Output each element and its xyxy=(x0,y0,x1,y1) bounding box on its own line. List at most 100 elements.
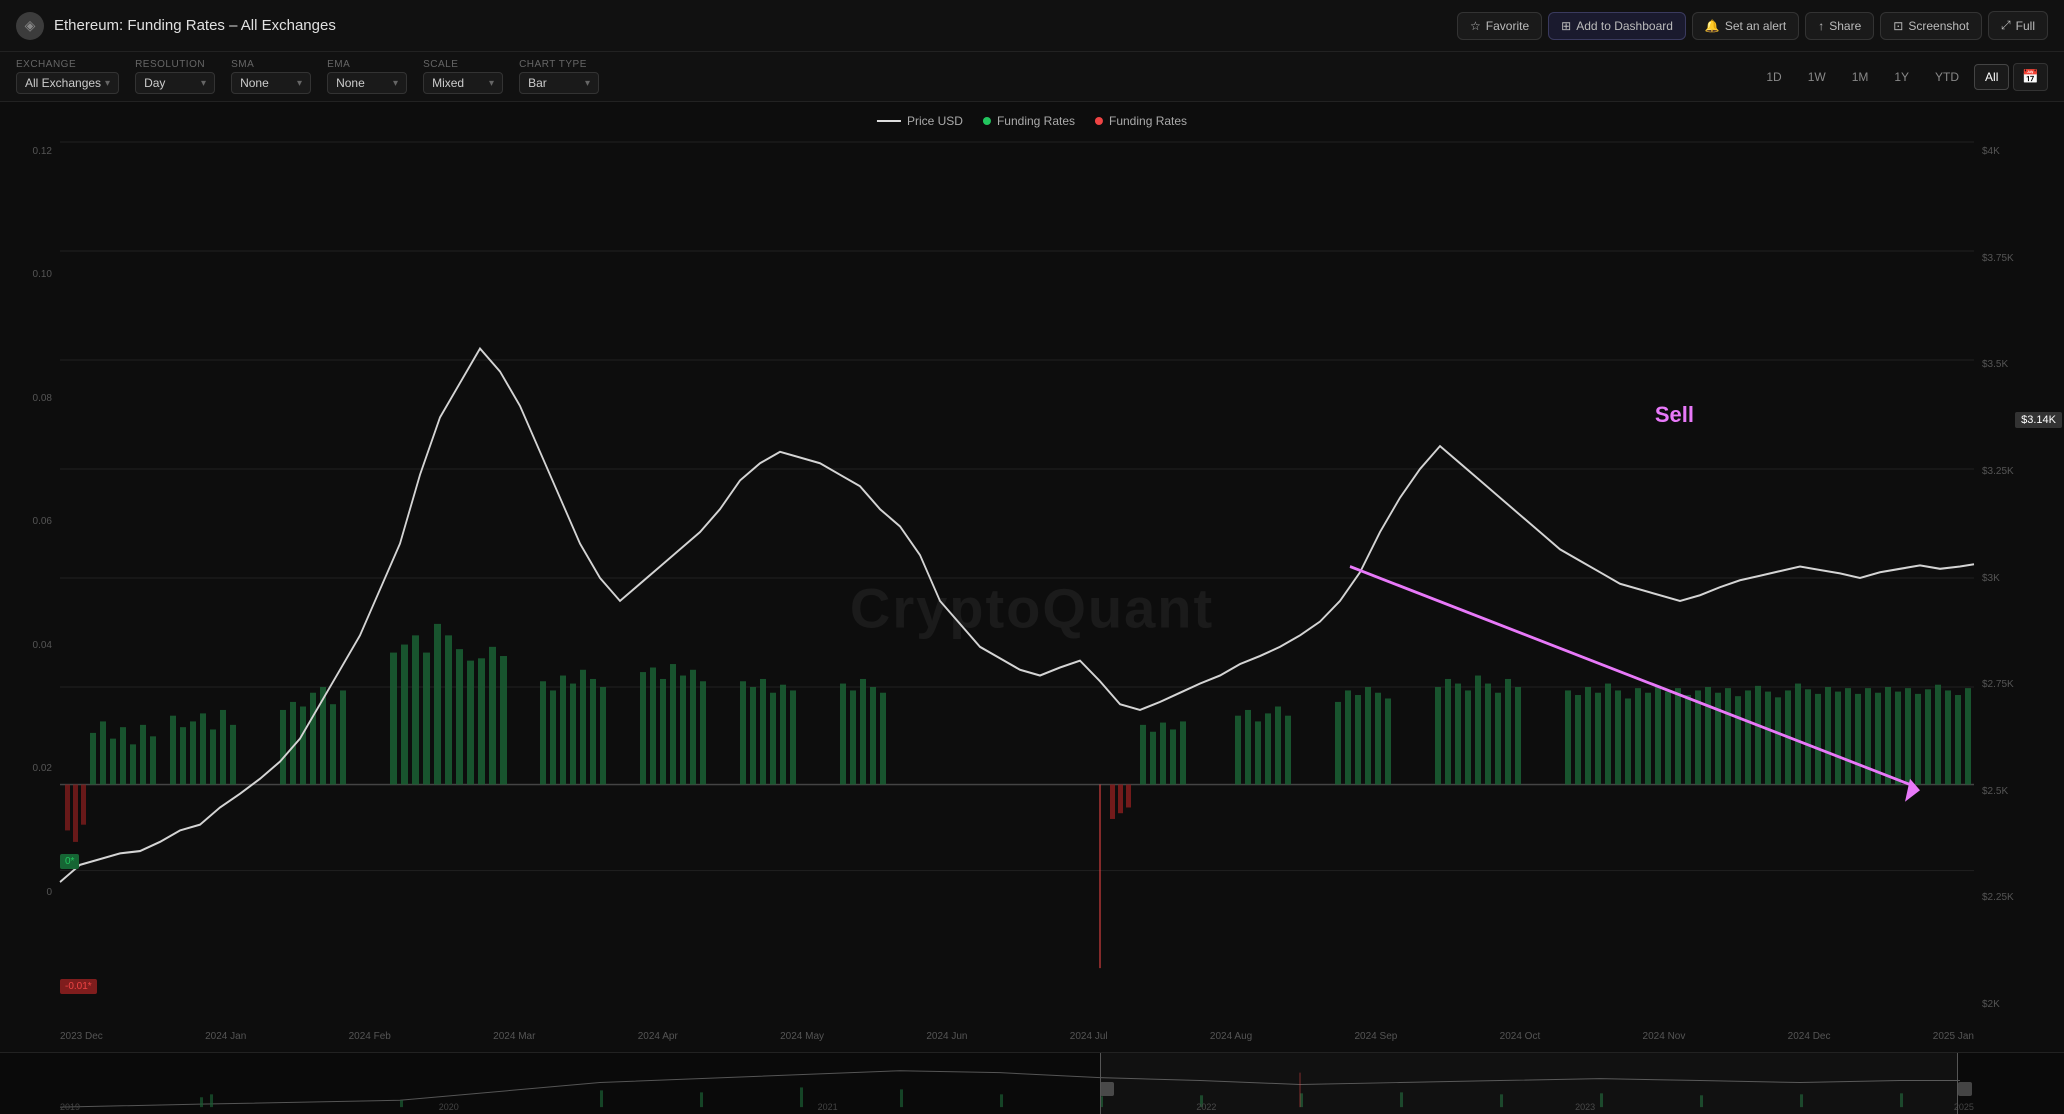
resolution-dropdown-group: Resolution Day ▾ xyxy=(135,59,215,94)
red-dot-icon xyxy=(1095,117,1103,125)
mini-range-selection[interactable] xyxy=(1100,1053,1958,1114)
y-label-2: 0.08 xyxy=(0,393,58,404)
x-label-jan25: 2025 Jan xyxy=(1933,1031,1974,1042)
time-all-button[interactable]: All xyxy=(1974,64,2009,90)
chart-type-dropdown[interactable]: Bar ▾ xyxy=(519,72,599,94)
scale-dropdown[interactable]: Mixed ▾ xyxy=(423,72,503,94)
y-label-1: 0.10 xyxy=(0,269,58,280)
page-title: Ethereum: Funding Rates – All Exchanges xyxy=(54,17,336,34)
mini-x-2019: 2019 xyxy=(60,1102,80,1112)
chevron-down-icon: ▾ xyxy=(201,78,206,89)
chart-area: CryptoQuant Price USD Funding Rates Fund… xyxy=(0,102,2064,1114)
y-label-0: 0.12 xyxy=(0,146,58,157)
chevron-down-icon: ▾ xyxy=(297,78,302,89)
x-label-dec24: 2024 Dec xyxy=(1788,1031,1831,1042)
sell-annotation: Sell xyxy=(1655,402,1694,428)
chevron-down-icon: ▾ xyxy=(105,78,110,89)
chevron-down-icon: ▾ xyxy=(489,78,494,89)
toolbar-left: Exchange All Exchanges ▾ Resolution Day … xyxy=(16,59,599,94)
x-label-oct24: 2024 Oct xyxy=(1500,1031,1541,1042)
mini-scroll-right[interactable] xyxy=(1958,1082,1972,1096)
x-label-may24: 2024 May xyxy=(780,1031,824,1042)
chart-type-dropdown-group: Chart Type Bar ▾ xyxy=(519,59,599,94)
y-label-5: 0.02 xyxy=(0,763,58,774)
dashboard-icon: ⊞ xyxy=(1561,19,1571,33)
time-1w-button[interactable]: 1W xyxy=(1797,64,1837,90)
full-button[interactable]: ⤢ Full xyxy=(1988,11,2048,40)
x-label-jun24: 2024 Jun xyxy=(926,1031,967,1042)
set-alert-button[interactable]: 🔔 Set an alert xyxy=(1692,12,1799,40)
x-label-jan24: 2024 Jan xyxy=(205,1031,246,1042)
chevron-down-icon: ▾ xyxy=(585,78,590,89)
mini-chart: 2019 2020 2021 2022 2023 2025 xyxy=(0,1052,2064,1114)
ema-label: EMA xyxy=(327,59,407,70)
calendar-button[interactable]: 📅 xyxy=(2013,63,2048,91)
bell-icon: 🔔 xyxy=(1705,19,1720,33)
header: ◈ Ethereum: Funding Rates – All Exchange… xyxy=(0,0,2064,52)
add-dashboard-button[interactable]: ⊞ Add to Dashboard xyxy=(1548,12,1686,40)
x-label-jul24: 2024 Jul xyxy=(1070,1031,1108,1042)
favorite-button[interactable]: ☆ Favorite xyxy=(1457,12,1542,40)
star-icon: ☆ xyxy=(1470,19,1481,33)
time-1m-button[interactable]: 1M xyxy=(1841,64,1880,90)
negative-funding-badge: -0.01* xyxy=(60,979,97,994)
price-line-icon xyxy=(877,120,901,122)
main-chart: Sell 0* -0.01* xyxy=(60,142,1974,1014)
exchange-label: Exchange xyxy=(16,59,119,70)
exchange-dropdown[interactable]: All Exchanges ▾ xyxy=(16,72,119,94)
chart-type-label: Chart Type xyxy=(519,59,599,70)
y-axis-left: 0.12 0.10 0.08 0.06 0.04 0.02 0 xyxy=(0,142,58,1014)
sma-dropdown[interactable]: None ▾ xyxy=(231,72,311,94)
y-right-label-8: $2K xyxy=(1976,999,2064,1010)
legend-funding-red: Funding Rates xyxy=(1095,114,1187,128)
sma-dropdown-group: SMA None ▾ xyxy=(231,59,311,94)
x-axis: 2023 Dec 2024 Jan 2024 Feb 2024 Mar 2024… xyxy=(60,1031,1974,1042)
resolution-dropdown[interactable]: Day ▾ xyxy=(135,72,215,94)
x-label-feb24: 2024 Feb xyxy=(349,1031,391,1042)
chevron-down-icon: ▾ xyxy=(393,78,398,89)
screenshot-button[interactable]: ⊡ Screenshot xyxy=(1880,12,1982,40)
mini-x-2020: 2020 xyxy=(439,1102,459,1112)
camera-icon: ⊡ xyxy=(1893,19,1903,33)
chart-svg xyxy=(60,142,1974,1014)
y-right-label-6: $2.5K xyxy=(1976,786,2064,797)
y-label-6: 0 xyxy=(0,887,58,898)
ema-dropdown-group: EMA None ▾ xyxy=(327,59,407,94)
y-axis-right: $4K $3.75K $3.5K $3.25K $3K $2.75K $2.5K… xyxy=(1976,142,2064,1014)
eth-logo: ◈ xyxy=(16,12,44,40)
x-label-mar24: 2024 Mar xyxy=(493,1031,535,1042)
y-right-label-4: $3K xyxy=(1976,573,2064,584)
header-actions: ☆ Favorite ⊞ Add to Dashboard 🔔 Set an a… xyxy=(1457,11,2048,40)
x-label-dec23: 2023 Dec xyxy=(60,1031,103,1042)
x-label-apr24: 2024 Apr xyxy=(638,1031,678,1042)
time-1y-button[interactable]: 1Y xyxy=(1883,64,1920,90)
toolbar: Exchange All Exchanges ▾ Resolution Day … xyxy=(0,52,2064,102)
y-right-label-5: $2.75K xyxy=(1976,679,2064,690)
y-right-label-2: $3.5K xyxy=(1976,359,2064,370)
legend-price: Price USD xyxy=(877,114,963,128)
legend-funding-green: Funding Rates xyxy=(983,114,1075,128)
toolbar-right: 1D 1W 1M 1Y YTD All 📅 xyxy=(1755,63,2048,91)
y-right-label-0: $4K xyxy=(1976,146,2064,157)
x-label-sep24: 2024 Sep xyxy=(1355,1031,1398,1042)
time-1d-button[interactable]: 1D xyxy=(1755,64,1792,90)
sma-label: SMA xyxy=(231,59,311,70)
x-label-nov24: 2024 Nov xyxy=(1643,1031,1686,1042)
y-label-4: 0.04 xyxy=(0,640,58,651)
header-left: ◈ Ethereum: Funding Rates – All Exchange… xyxy=(16,12,336,40)
time-ytd-button[interactable]: YTD xyxy=(1924,64,1970,90)
y-right-label-7: $2.25K xyxy=(1976,892,2064,903)
scale-label: Scale xyxy=(423,59,503,70)
zero-funding-badge: 0* xyxy=(60,854,79,869)
share-button[interactable]: ↑ Share xyxy=(1805,12,1874,40)
green-dot-icon xyxy=(983,117,991,125)
price-badge: $3.14K xyxy=(2015,412,2062,428)
calendar-icon: 📅 xyxy=(2022,69,2039,84)
scale-dropdown-group: Scale Mixed ▾ xyxy=(423,59,503,94)
exchange-dropdown-group: Exchange All Exchanges ▾ xyxy=(16,59,119,94)
x-label-aug24: 2024 Aug xyxy=(1210,1031,1252,1042)
ema-dropdown[interactable]: None ▾ xyxy=(327,72,407,94)
share-icon: ↑ xyxy=(1818,19,1824,33)
y-right-label-1: $3.75K xyxy=(1976,253,2064,264)
mini-x-2021: 2021 xyxy=(818,1102,838,1112)
